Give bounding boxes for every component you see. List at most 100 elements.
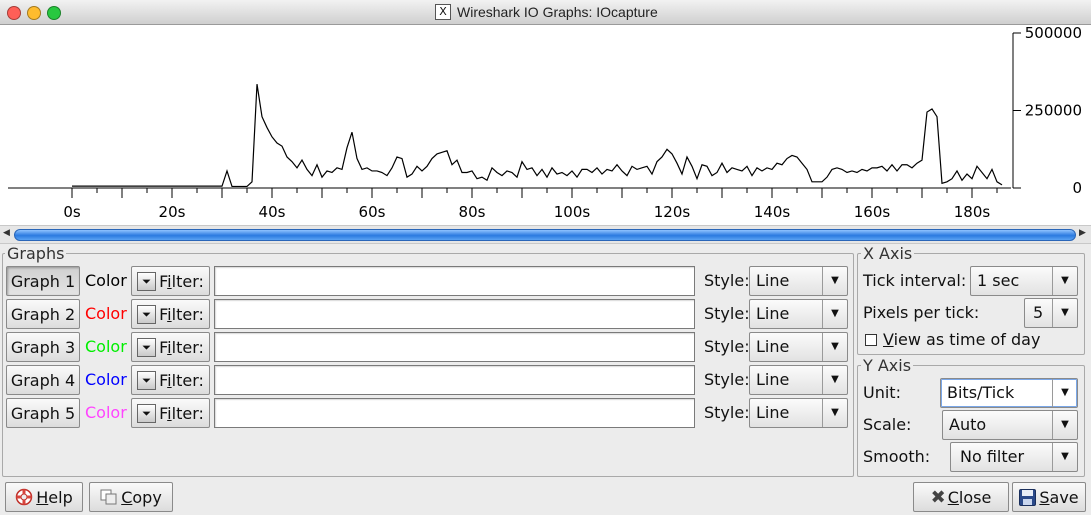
- graph-5-style-value: Line: [756, 403, 790, 422]
- x-axis-group-title: X Axis: [861, 244, 915, 263]
- x-tick-label: 20s: [159, 203, 186, 221]
- filter-funnel-icon: ⏷: [137, 304, 157, 324]
- x11-app-icon: X: [435, 4, 451, 20]
- graph-5-style-label: Style:: [704, 403, 750, 422]
- filter-funnel-icon: ⏷: [137, 271, 157, 291]
- scrollbar-thumb[interactable]: [14, 229, 1076, 241]
- pixels-per-tick-select[interactable]: 5 ▼: [1024, 298, 1078, 328]
- graph-2-filter-label: Filter:: [159, 304, 204, 324]
- horizontal-scrollbar[interactable]: ◀ ▶: [0, 225, 1091, 244]
- window-zoom-button[interactable]: [47, 6, 61, 20]
- scale-value: Auto: [949, 415, 987, 434]
- graph-1-filter-label: Filter:: [159, 271, 204, 291]
- save-button[interactable]: Save: [1012, 482, 1086, 512]
- chevron-down-icon: ▼: [1052, 443, 1077, 471]
- graph-5-style-select[interactable]: Line ▼: [749, 398, 848, 428]
- graph-4-label: Graph 4: [10, 370, 76, 390]
- graph-5-filter-input[interactable]: [214, 398, 695, 428]
- graph-3-style-value: Line: [756, 337, 790, 356]
- graph-2-filter-input[interactable]: [214, 299, 695, 329]
- tick-interval-value: 1 sec: [977, 271, 1020, 290]
- close-mnemonic: C: [947, 487, 959, 507]
- chevron-down-icon: ▼: [822, 267, 847, 295]
- copy-mnemonic: C: [121, 487, 133, 507]
- scale-select[interactable]: Auto ▼: [942, 410, 1078, 440]
- graph-2-style-label: Style:: [704, 304, 750, 323]
- graph-2-label: Graph 2: [10, 304, 76, 324]
- save-button-label: ave: [1049, 487, 1079, 507]
- unit-select[interactable]: Bits/Tick ▼: [940, 378, 1078, 408]
- floppy-disk-icon: [1019, 488, 1037, 506]
- save-mnemonic: S: [1039, 487, 1050, 507]
- help-button-label: elp: [48, 487, 73, 507]
- graph-2-filter-button[interactable]: ⏷ Filter:: [131, 299, 210, 329]
- close-x-icon: ✖: [930, 486, 946, 508]
- graph-2-style-select[interactable]: Line ▼: [749, 299, 848, 329]
- filter-funnel-icon: ⏷: [137, 370, 157, 390]
- tick-interval-select[interactable]: 1 sec ▼: [970, 266, 1078, 296]
- graph-2-color-label[interactable]: Color: [85, 299, 127, 329]
- graphs-group-title: Graphs: [5, 244, 67, 263]
- chevron-down-icon: ▼: [822, 300, 847, 328]
- graph-4-style-value: Line: [756, 370, 790, 389]
- x-tick-label: 120s: [654, 203, 691, 221]
- chevron-down-icon: ▼: [822, 366, 847, 394]
- smooth-select[interactable]: No filter ▼: [950, 442, 1078, 472]
- graph-5-toggle-button[interactable]: Graph 5: [6, 398, 80, 428]
- chevron-down-icon: ▼: [822, 333, 847, 361]
- scroll-left-arrow-icon[interactable]: ◀: [3, 228, 10, 238]
- chevron-down-icon: ▼: [1052, 411, 1077, 439]
- scroll-right-arrow-icon[interactable]: ▶: [1079, 228, 1086, 238]
- view-time-of-day-label: View as time of day: [883, 330, 1041, 349]
- help-mnemonic: H: [36, 487, 49, 507]
- graph-2-toggle-button[interactable]: Graph 2: [6, 299, 80, 329]
- y-tick-label: 500000: [1025, 25, 1082, 42]
- graph-3-style-select[interactable]: Line ▼: [749, 332, 848, 362]
- filter-funnel-icon: ⏷: [137, 337, 157, 357]
- graph-1-toggle-button[interactable]: Graph 1: [6, 266, 80, 296]
- close-button[interactable]: ✖ Close: [913, 482, 1009, 512]
- tick-interval-label: Tick interval:: [863, 271, 967, 290]
- io-graph-chart: 0s 20s 40s 60s 80s 100s 120s 140s 160s 180s 500000…: [8, 24, 1082, 221]
- graph-1-filter-button[interactable]: ⏷ Filter:: [131, 266, 210, 296]
- graph-1-filter-input[interactable]: [214, 266, 695, 296]
- x-tick-label: 60s: [359, 203, 386, 221]
- chevron-down-icon: ▼: [1052, 379, 1077, 407]
- x-tick-label: 100s: [554, 203, 591, 221]
- unit-value: Bits/Tick: [947, 383, 1015, 402]
- graph-1-style-label: Style:: [704, 271, 750, 290]
- graph-1-style-select[interactable]: Line ▼: [749, 266, 848, 296]
- graph-5-color-label[interactable]: Color: [85, 398, 127, 428]
- graph-1-color-label[interactable]: Color: [85, 266, 127, 296]
- io-graph-plot[interactable]: 0s 20s 40s 60s 80s 100s 120s 140s 160s 180s 500000…: [0, 24, 1091, 225]
- y-tick-label: 250000: [1025, 102, 1082, 120]
- graph-4-color-label[interactable]: Color: [85, 365, 127, 395]
- graph-3-color-label[interactable]: Color: [85, 332, 127, 362]
- graph-4-toggle-button[interactable]: Graph 4: [6, 365, 80, 395]
- unit-label: Unit:: [863, 383, 901, 402]
- copy-button[interactable]: Copy: [89, 482, 173, 512]
- graph-3-filter-input[interactable]: [214, 332, 695, 362]
- help-button[interactable]: Help: [5, 482, 83, 512]
- window-close-button[interactable]: [7, 6, 21, 20]
- title-bar: X Wireshark IO Graphs: IOcapture: [0, 0, 1091, 25]
- graph-4-filter-input[interactable]: [214, 365, 695, 395]
- graph-3-filter-label: Filter:: [159, 337, 204, 357]
- window-minimize-button[interactable]: [27, 6, 41, 20]
- scale-label: Scale:: [863, 415, 912, 434]
- graph-4-filter-label: Filter:: [159, 370, 204, 390]
- graph-3-filter-button[interactable]: ⏷ Filter:: [131, 332, 210, 362]
- graph-1-label: Graph 1: [10, 271, 76, 291]
- graph-4-filter-button[interactable]: ⏷ Filter:: [131, 365, 210, 395]
- graph-5-filter-label: Filter:: [159, 403, 204, 423]
- x-tick-label: 40s: [259, 203, 286, 221]
- graph-4-style-select[interactable]: Line ▼: [749, 365, 848, 395]
- x-tick-label: 180s: [954, 203, 991, 221]
- close-button-label: lose: [958, 487, 992, 507]
- graph-5-filter-button[interactable]: ⏷ Filter:: [131, 398, 210, 428]
- graph-4-style-label: Style:: [704, 370, 750, 389]
- chevron-down-icon: ▼: [1052, 267, 1077, 295]
- graph-3-toggle-button[interactable]: Graph 3: [6, 332, 80, 362]
- window-title: Wireshark IO Graphs: IOcapture: [457, 4, 658, 20]
- view-time-of-day-checkbox[interactable]: [865, 334, 877, 346]
